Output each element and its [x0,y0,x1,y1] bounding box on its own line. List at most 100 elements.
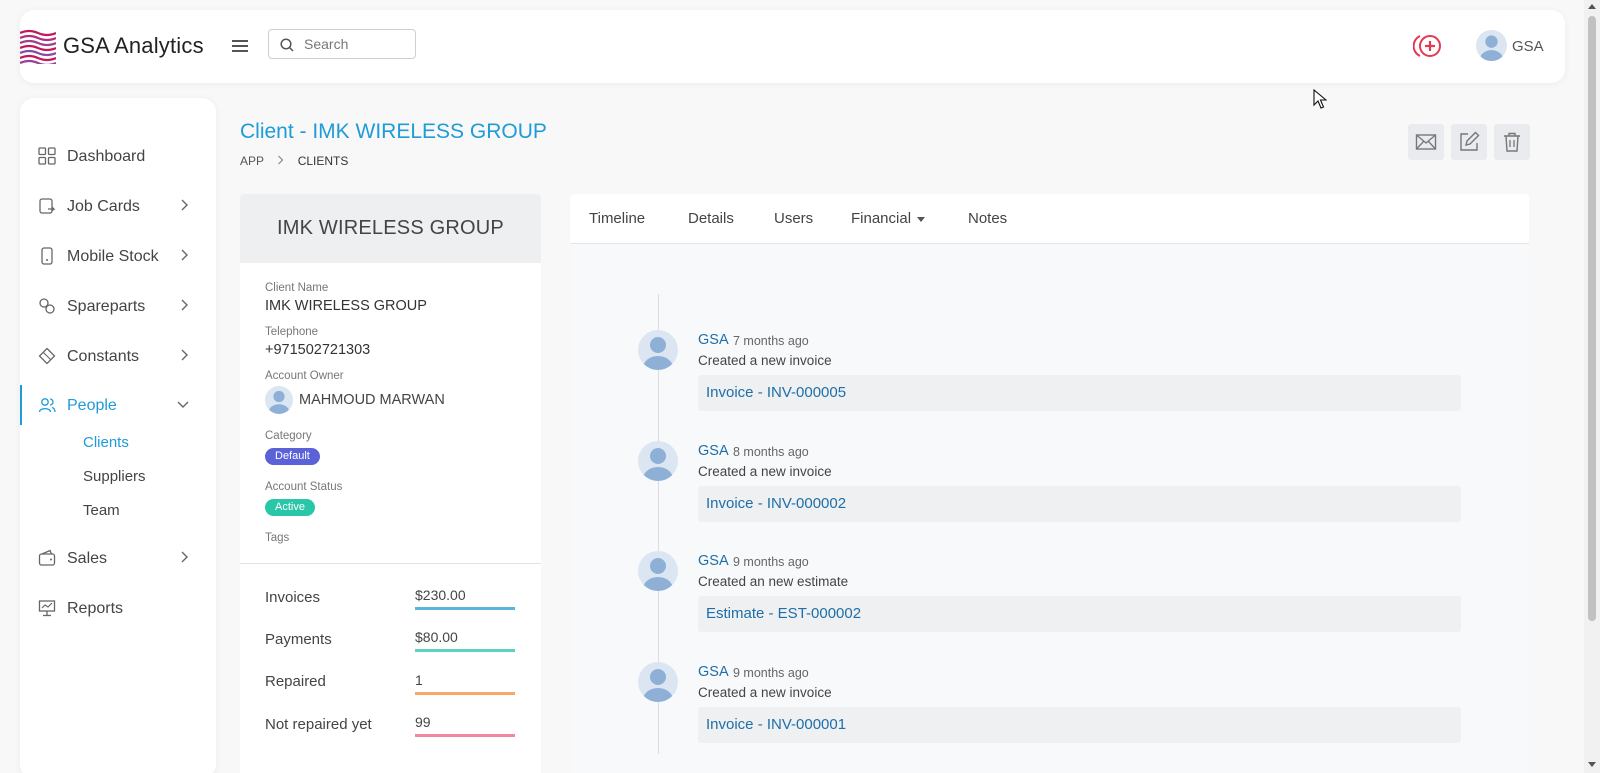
app-title: GSA Analytics [63,33,204,58]
timeline-document-link[interactable]: Invoice - INV-000002 [698,486,1461,522]
repaired-label: Repaired [265,673,326,690]
edit-button[interactable] [1451,124,1487,160]
timeline-time: 9 months ago [733,555,809,569]
timeline-user-link[interactable]: GSA [698,443,729,459]
invoices-value: $230.00 [415,587,515,610]
grid-icon [38,147,56,165]
avatar-icon [638,330,678,370]
chevron-right-icon [181,199,188,211]
edit-icon [1460,131,1480,151]
client-detail-panel: Timeline Details Users Financial Notes G… [570,194,1529,773]
sidebar-item-label: Spareparts [67,298,146,315]
presentation-icon [38,600,56,617]
add-new-icon[interactable] [1413,33,1445,59]
user-avatar-icon [1476,30,1507,61]
sidebar-item-dashboard[interactable]: Dashboard [20,136,216,176]
client-header-name: IMK WIRELESS GROUP [277,217,504,239]
tab-notes[interactable]: Notes [968,210,1007,227]
breadcrumb-app[interactable]: APP [240,154,264,168]
not-repaired-value: 99 [415,714,515,737]
timeline-description: Created a new invoice [698,685,832,700]
logo-icon [20,28,56,64]
wallet-icon [38,549,56,566]
sidebar-subitem-team[interactable]: Team [83,502,120,519]
top-bar: GSA Analytics GSA [20,10,1565,83]
timeline-item: GSA 7 months ago Created a new invoice I… [638,330,1461,430]
timeline-time: 8 months ago [733,445,809,459]
sidebar-item-label: Job Cards [67,198,140,215]
tab-financial[interactable]: Financial [851,210,926,227]
delete-button[interactable] [1494,124,1530,160]
people-icon [38,398,56,413]
tab-details[interactable]: Details [688,210,734,227]
account-owner-value: MAHMOUD MARWAN [299,392,445,408]
chevron-right-icon [181,249,188,261]
search-box[interactable] [268,29,416,59]
tab-timeline[interactable]: Timeline [589,210,645,227]
timeline-description: Created an new estimate [698,574,849,589]
sidebar-item-people[interactable]: People [20,385,216,425]
avatar-icon [638,441,678,481]
client-name-label: Client Name [265,282,329,294]
sidebar-subitem-suppliers[interactable]: Suppliers [83,468,146,485]
user-name: GSA [1512,38,1544,55]
telephone-label: Telephone [265,326,319,338]
timeline-user-link[interactable]: GSA [698,664,729,680]
client-card-header: IMK WIRELESS GROUP [240,194,541,263]
chevron-right-icon [181,299,188,311]
sidebar-item-label: Reports [67,600,124,617]
timeline-document-link[interactable]: Invoice - INV-000005 [698,375,1461,411]
payments-value: $80.00 [415,629,515,652]
timeline-time: 9 months ago [733,666,809,680]
scroll-up-arrow-icon[interactable] [1588,4,1596,9]
not-repaired-label: Not repaired yet [265,716,372,733]
page-scrollbar[interactable] [1584,0,1600,773]
status-badge: Active [265,499,315,516]
scrollbar-thumb[interactable] [1588,16,1596,621]
hamburger-menu-button[interactable] [232,40,252,54]
breadcrumb-clients[interactable]: CLIENTS [298,154,349,168]
timeline-time: 7 months ago [733,334,809,348]
account-owner-label: Account Owner [265,370,344,382]
sidebar-item-sales[interactable]: Sales [20,538,216,578]
diamond-icon [38,347,56,365]
mail-icon [1415,134,1437,150]
tab-users[interactable]: Users [774,210,813,227]
sidebar-item-reports[interactable]: Reports [20,588,216,628]
sidebar-item-label: Mobile Stock [67,248,159,265]
caret-down-icon [917,216,926,222]
timeline-item: GSA 8 months ago Created a new invoice I… [638,441,1461,541]
breadcrumb: APP CLIENTS [240,153,348,168]
timeline-document-link[interactable]: Estimate - EST-000002 [698,596,1461,632]
chevron-right-icon [277,154,284,168]
timeline-user-link[interactable]: GSA [698,332,729,348]
page-title: Client - IMK WIRELESS GROUP [240,120,547,143]
sidebar-item-constants[interactable]: Constants [20,336,216,376]
tags-label: Tags [265,532,290,544]
sidebar-item-mobile-stock[interactable]: Mobile Stock [20,236,216,276]
sidebar-item-label: Sales [67,550,108,567]
search-input[interactable] [304,35,409,53]
owner-avatar-icon [265,386,293,414]
timeline-document-link[interactable]: Invoice - INV-000001 [698,707,1461,743]
scroll-down-arrow-icon[interactable] [1588,762,1596,767]
account-status-label: Account Status [265,481,343,493]
trash-icon [1504,132,1520,152]
sidebar-item-label: People [67,397,117,414]
tab-financial-label: Financial [851,210,912,227]
mouse-cursor-icon [1313,89,1327,109]
email-button[interactable] [1408,124,1444,160]
timeline-user-link[interactable]: GSA [698,553,729,569]
repaired-value: 1 [415,672,515,695]
sidebar-item-job-cards[interactable]: Job Cards [20,186,216,226]
category-badge: Default [265,448,320,465]
mobile-icon [41,247,53,265]
category-label: Category [265,430,312,442]
payments-label: Payments [265,631,332,648]
sidebar-subitem-clients[interactable]: Clients [83,434,129,451]
chevron-down-icon [177,401,189,408]
client-card: IMK WIRELESS GROUP Client Name IMK WIREL… [240,194,541,773]
avatar-icon [638,662,678,702]
telephone-value: +971502721303 [265,342,371,358]
sidebar-item-spareparts[interactable]: Spareparts [20,286,216,326]
